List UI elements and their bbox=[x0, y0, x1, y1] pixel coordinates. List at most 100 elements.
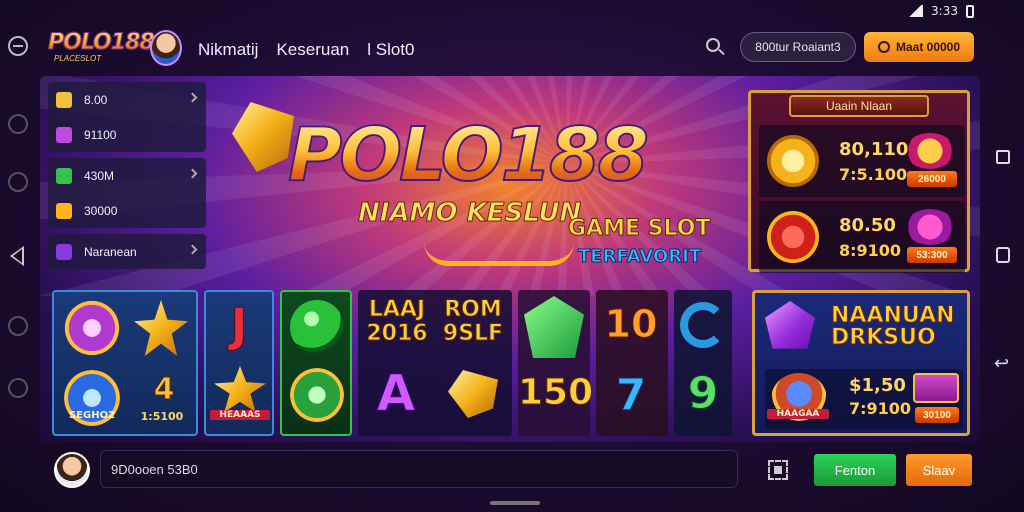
reel-column[interactable]: 9 bbox=[674, 290, 732, 436]
promo-tag: 53:300 bbox=[907, 247, 957, 263]
coin-icon bbox=[56, 202, 72, 219]
promo-panel[interactable]: Uaain Nlaan 80,110 7:5.100 26000 80.50 8… bbox=[748, 90, 970, 273]
jackpot-row: HAAGAA $1,50 7:9100 30100 bbox=[765, 369, 963, 429]
green-action-button[interactable]: Fenton bbox=[814, 454, 896, 486]
green-orb-icon bbox=[290, 300, 344, 354]
slot-reels[interactable]: SEGHO2 4 1:5100 J HEAAAS LAAJ 2016 ROM 9… bbox=[52, 290, 732, 436]
prize-icon bbox=[905, 133, 955, 169]
leaf-icon bbox=[56, 167, 72, 184]
logo-subtitle: PLACESLOT bbox=[54, 54, 102, 63]
sidebar-item-label: 30000 bbox=[84, 203, 118, 218]
reel-symbol: 7 bbox=[615, 370, 647, 422]
reel-symbol: ROM 9SLF bbox=[442, 297, 504, 346]
header-nav: Nikmatij Keseruan l Slot0 bbox=[198, 40, 414, 60]
return-icon[interactable]: ↩ bbox=[994, 353, 1009, 374]
red-medal-icon bbox=[767, 211, 819, 263]
search-icon[interactable] bbox=[704, 36, 726, 58]
gear-icon[interactable] bbox=[8, 172, 28, 192]
wifi-icon bbox=[907, 5, 924, 17]
promo-row[interactable]: 80.50 8:9100 53:300 bbox=[759, 201, 965, 273]
circle-icon[interactable] bbox=[8, 114, 28, 134]
user-avatar[interactable] bbox=[54, 452, 90, 488]
gesture-bar[interactable] bbox=[490, 501, 540, 505]
sidebar-item[interactable]: 8.00 bbox=[48, 82, 206, 117]
main-banner: 8.00 91100 430M 30000 Naranean POLO188 N… bbox=[40, 76, 980, 442]
prize-icon bbox=[905, 209, 955, 245]
help-icon[interactable] bbox=[8, 378, 28, 398]
status-time: 3:33 bbox=[931, 4, 958, 18]
reel-number: 4 bbox=[153, 372, 175, 408]
chevron-right-icon bbox=[187, 168, 198, 179]
hero-title: POLO188 bbox=[287, 111, 650, 199]
hero-favorite-label: TERFAVORIT bbox=[577, 246, 702, 268]
sidebar-item-label: Naranean bbox=[84, 244, 137, 259]
sidebar-item-label: 430M bbox=[84, 168, 115, 183]
reel-column[interactable] bbox=[280, 290, 352, 436]
sidebar-item[interactable]: Naranean bbox=[48, 234, 206, 269]
chat-input-value: 9D0ooen 53B0 bbox=[111, 461, 198, 477]
jackpot-value: $1,50 bbox=[849, 375, 906, 396]
sidebar-item[interactable]: 30000 bbox=[48, 193, 206, 228]
battery-icon bbox=[966, 4, 974, 18]
wallet-icon bbox=[877, 41, 890, 53]
right-nav-rail: ↩ bbox=[980, 30, 1024, 500]
gold-gem-icon bbox=[448, 370, 498, 418]
reel-symbol: 9 bbox=[687, 368, 719, 420]
swoosh-decoration bbox=[424, 242, 574, 266]
logo[interactable]: POLO188 PLACESLOT bbox=[48, 30, 188, 68]
reel-symbol: LAAJ 2016 bbox=[366, 297, 428, 346]
swirl-icon bbox=[680, 302, 726, 348]
reel-column[interactable]: 150 bbox=[518, 290, 594, 436]
star-icon bbox=[134, 300, 188, 356]
promo-row[interactable]: 80,110 7:5.100 26000 bbox=[759, 125, 965, 197]
back-icon[interactable] bbox=[10, 246, 24, 266]
reel-label: 1:5100 bbox=[140, 410, 184, 423]
jackpot-panel[interactable]: NAANUAN DRKSUO HAAGAA $1,50 7:9100 30100 bbox=[752, 290, 970, 436]
menu-icon[interactable] bbox=[8, 36, 28, 56]
symbol-orb bbox=[64, 300, 120, 356]
reel-symbol: 10 bbox=[604, 302, 658, 347]
chevron-right-icon bbox=[187, 92, 198, 103]
promo-value: 7:5.100 bbox=[839, 165, 908, 184]
gold-medal-icon bbox=[767, 135, 819, 187]
home-icon[interactable] bbox=[996, 247, 1010, 263]
chat-input[interactable]: 9D0ooen 53B0 bbox=[100, 450, 738, 488]
chevron-right-icon bbox=[187, 244, 198, 255]
promo-header: Uaain Nlaan bbox=[789, 95, 929, 117]
reel-label: SEGHO2 bbox=[68, 410, 116, 421]
treasure-chest-icon bbox=[913, 373, 959, 403]
orange-action-button[interactable]: Slaav bbox=[906, 454, 972, 486]
promo-value: 8:9100 bbox=[839, 241, 902, 260]
deposit-button[interactable]: Maat 00000 bbox=[864, 32, 974, 62]
gem-icon bbox=[56, 126, 72, 143]
sidebar-item-label: 8.00 bbox=[84, 92, 108, 107]
recents-icon[interactable] bbox=[996, 150, 1010, 164]
reel-column[interactable]: LAAJ 2016 ROM 9SLF A bbox=[358, 290, 512, 436]
left-nav-rail bbox=[0, 30, 36, 500]
logo-text: POLO188 bbox=[48, 30, 156, 56]
reel-symbol: J bbox=[230, 298, 248, 353]
promo-value: 80.50 bbox=[839, 215, 896, 236]
sidebar-item[interactable]: 91100 bbox=[48, 117, 206, 152]
nav-item[interactable]: l Slot0 bbox=[367, 40, 414, 60]
reel-column[interactable]: J HEAAAS bbox=[204, 290, 274, 436]
green-orb-icon bbox=[290, 368, 344, 422]
trophy-icon bbox=[56, 91, 72, 108]
sidebar-list: 8.00 91100 430M 30000 Naranean bbox=[48, 82, 206, 275]
nav-item[interactable]: Keseruan bbox=[276, 40, 349, 60]
reel-symbol: 150 bbox=[518, 372, 594, 414]
balance-pill[interactable]: 800tur Roaiant3 bbox=[740, 32, 856, 62]
reel-label: HEAAAS bbox=[210, 410, 270, 420]
qr-code-icon[interactable] bbox=[768, 460, 788, 480]
hero-game-label: GAME SLOT bbox=[567, 216, 711, 242]
nav-item[interactable]: Nikmatij bbox=[198, 40, 258, 60]
sidebar-group: Naranean bbox=[48, 234, 206, 269]
reel-column[interactable]: 10 7 bbox=[596, 290, 668, 436]
reel-column[interactable]: SEGHO2 4 1:5100 bbox=[52, 290, 198, 436]
promo-tag: 26000 bbox=[907, 171, 957, 187]
jackpot-title: NAANUAN DRKSUO bbox=[831, 303, 956, 350]
deposit-label: Maat 00000 bbox=[895, 40, 961, 54]
sidebar-item[interactable]: 430M bbox=[48, 158, 206, 193]
record-icon[interactable] bbox=[8, 316, 28, 336]
promo-value: 80,110 bbox=[839, 139, 909, 160]
